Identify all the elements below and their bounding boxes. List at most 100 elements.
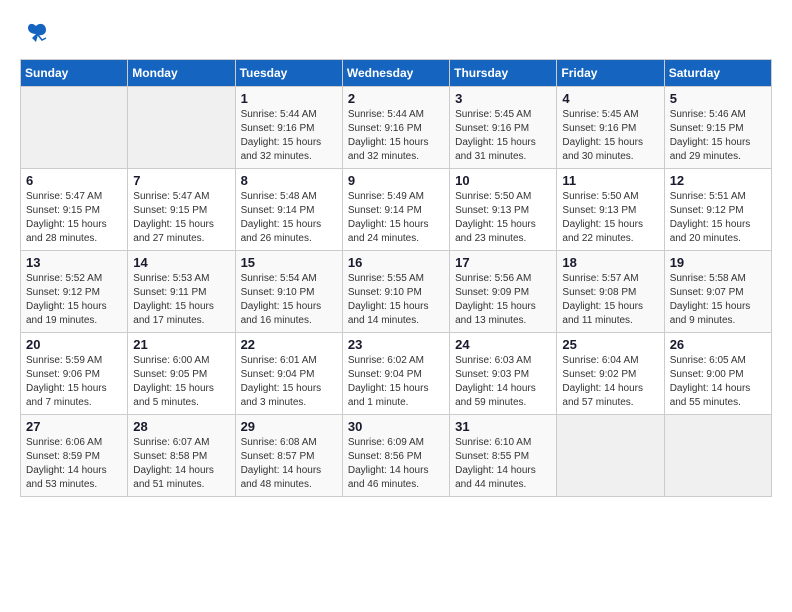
day-detail: Sunrise: 5:47 AMSunset: 9:15 PMDaylight:… xyxy=(26,191,107,244)
calendar-cell: 13 Sunrise: 5:52 AMSunset: 9:12 PMDaylig… xyxy=(21,251,128,333)
calendar-cell: 24 Sunrise: 6:03 AMSunset: 9:03 PMDaylig… xyxy=(450,333,557,415)
calendar-cell: 12 Sunrise: 5:51 AMSunset: 9:12 PMDaylig… xyxy=(664,169,771,251)
weekday-header-sunday: Sunday xyxy=(21,60,128,87)
calendar-cell: 26 Sunrise: 6:05 AMSunset: 9:00 PMDaylig… xyxy=(664,333,771,415)
day-number: 8 xyxy=(241,173,337,188)
calendar-week-row: 13 Sunrise: 5:52 AMSunset: 9:12 PMDaylig… xyxy=(21,251,772,333)
day-number: 12 xyxy=(670,173,766,188)
calendar-cell xyxy=(128,87,235,169)
calendar-cell: 11 Sunrise: 5:50 AMSunset: 9:13 PMDaylig… xyxy=(557,169,664,251)
day-detail: Sunrise: 5:52 AMSunset: 9:12 PMDaylight:… xyxy=(26,273,107,326)
day-number: 31 xyxy=(455,419,551,434)
calendar-cell: 4 Sunrise: 5:45 AMSunset: 9:16 PMDayligh… xyxy=(557,87,664,169)
day-detail: Sunrise: 5:56 AMSunset: 9:09 PMDaylight:… xyxy=(455,273,536,326)
day-detail: Sunrise: 5:47 AMSunset: 9:15 PMDaylight:… xyxy=(133,191,214,244)
calendar-cell: 20 Sunrise: 5:59 AMSunset: 9:06 PMDaylig… xyxy=(21,333,128,415)
calendar-cell: 14 Sunrise: 5:53 AMSunset: 9:11 PMDaylig… xyxy=(128,251,235,333)
calendar-cell: 5 Sunrise: 5:46 AMSunset: 9:15 PMDayligh… xyxy=(664,87,771,169)
day-detail: Sunrise: 5:45 AMSunset: 9:16 PMDaylight:… xyxy=(562,109,643,162)
day-number: 14 xyxy=(133,255,229,270)
calendar-cell: 22 Sunrise: 6:01 AMSunset: 9:04 PMDaylig… xyxy=(235,333,342,415)
day-number: 13 xyxy=(26,255,122,270)
day-number: 11 xyxy=(562,173,658,188)
calendar-cell: 23 Sunrise: 6:02 AMSunset: 9:04 PMDaylig… xyxy=(342,333,449,415)
day-detail: Sunrise: 5:54 AMSunset: 9:10 PMDaylight:… xyxy=(241,273,322,326)
calendar-cell: 29 Sunrise: 6:08 AMSunset: 8:57 PMDaylig… xyxy=(235,415,342,497)
day-number: 4 xyxy=(562,91,658,106)
day-number: 15 xyxy=(241,255,337,270)
day-number: 29 xyxy=(241,419,337,434)
calendar-cell: 25 Sunrise: 6:04 AMSunset: 9:02 PMDaylig… xyxy=(557,333,664,415)
day-detail: Sunrise: 6:04 AMSunset: 9:02 PMDaylight:… xyxy=(562,355,643,408)
calendar-cell xyxy=(664,415,771,497)
day-detail: Sunrise: 5:59 AMSunset: 9:06 PMDaylight:… xyxy=(26,355,107,408)
calendar-cell xyxy=(557,415,664,497)
day-number: 25 xyxy=(562,337,658,352)
calendar-cell: 7 Sunrise: 5:47 AMSunset: 9:15 PMDayligh… xyxy=(128,169,235,251)
day-detail: Sunrise: 5:45 AMSunset: 9:16 PMDaylight:… xyxy=(455,109,536,162)
day-number: 27 xyxy=(26,419,122,434)
header xyxy=(20,20,772,49)
day-number: 16 xyxy=(348,255,444,270)
day-detail: Sunrise: 5:46 AMSunset: 9:15 PMDaylight:… xyxy=(670,109,751,162)
weekday-header-thursday: Thursday xyxy=(450,60,557,87)
day-number: 5 xyxy=(670,91,766,106)
day-number: 2 xyxy=(348,91,444,106)
day-detail: Sunrise: 6:01 AMSunset: 9:04 PMDaylight:… xyxy=(241,355,322,408)
day-number: 20 xyxy=(26,337,122,352)
day-detail: Sunrise: 6:00 AMSunset: 9:05 PMDaylight:… xyxy=(133,355,214,408)
calendar-table: SundayMondayTuesdayWednesdayThursdayFrid… xyxy=(20,59,772,497)
calendar-cell: 18 Sunrise: 5:57 AMSunset: 9:08 PMDaylig… xyxy=(557,251,664,333)
weekday-header-wednesday: Wednesday xyxy=(342,60,449,87)
calendar-cell: 16 Sunrise: 5:55 AMSunset: 9:10 PMDaylig… xyxy=(342,251,449,333)
calendar-week-row: 1 Sunrise: 5:44 AMSunset: 9:16 PMDayligh… xyxy=(21,87,772,169)
day-number: 22 xyxy=(241,337,337,352)
weekday-header-tuesday: Tuesday xyxy=(235,60,342,87)
logo xyxy=(20,20,50,49)
calendar-cell: 8 Sunrise: 5:48 AMSunset: 9:14 PMDayligh… xyxy=(235,169,342,251)
calendar-cell: 28 Sunrise: 6:07 AMSunset: 8:58 PMDaylig… xyxy=(128,415,235,497)
day-number: 24 xyxy=(455,337,551,352)
day-detail: Sunrise: 5:49 AMSunset: 9:14 PMDaylight:… xyxy=(348,191,429,244)
calendar-cell: 17 Sunrise: 5:56 AMSunset: 9:09 PMDaylig… xyxy=(450,251,557,333)
day-number: 23 xyxy=(348,337,444,352)
day-detail: Sunrise: 6:06 AMSunset: 8:59 PMDaylight:… xyxy=(26,437,107,490)
day-number: 3 xyxy=(455,91,551,106)
day-detail: Sunrise: 5:51 AMSunset: 9:12 PMDaylight:… xyxy=(670,191,751,244)
day-detail: Sunrise: 6:07 AMSunset: 8:58 PMDaylight:… xyxy=(133,437,214,490)
day-number: 10 xyxy=(455,173,551,188)
day-detail: Sunrise: 6:10 AMSunset: 8:55 PMDaylight:… xyxy=(455,437,536,490)
calendar-cell: 1 Sunrise: 5:44 AMSunset: 9:16 PMDayligh… xyxy=(235,87,342,169)
day-detail: Sunrise: 5:50 AMSunset: 9:13 PMDaylight:… xyxy=(562,191,643,244)
logo-bird-icon xyxy=(22,20,50,53)
day-number: 17 xyxy=(455,255,551,270)
calendar-cell: 19 Sunrise: 5:58 AMSunset: 9:07 PMDaylig… xyxy=(664,251,771,333)
day-number: 18 xyxy=(562,255,658,270)
calendar-cell: 27 Sunrise: 6:06 AMSunset: 8:59 PMDaylig… xyxy=(21,415,128,497)
calendar-week-row: 6 Sunrise: 5:47 AMSunset: 9:15 PMDayligh… xyxy=(21,169,772,251)
day-number: 30 xyxy=(348,419,444,434)
calendar-cell: 3 Sunrise: 5:45 AMSunset: 9:16 PMDayligh… xyxy=(450,87,557,169)
day-detail: Sunrise: 5:44 AMSunset: 9:16 PMDaylight:… xyxy=(348,109,429,162)
calendar-week-row: 27 Sunrise: 6:06 AMSunset: 8:59 PMDaylig… xyxy=(21,415,772,497)
day-detail: Sunrise: 5:53 AMSunset: 9:11 PMDaylight:… xyxy=(133,273,214,326)
day-detail: Sunrise: 5:58 AMSunset: 9:07 PMDaylight:… xyxy=(670,273,751,326)
calendar-cell: 31 Sunrise: 6:10 AMSunset: 8:55 PMDaylig… xyxy=(450,415,557,497)
day-detail: Sunrise: 5:55 AMSunset: 9:10 PMDaylight:… xyxy=(348,273,429,326)
day-detail: Sunrise: 5:57 AMSunset: 9:08 PMDaylight:… xyxy=(562,273,643,326)
calendar-week-row: 20 Sunrise: 5:59 AMSunset: 9:06 PMDaylig… xyxy=(21,333,772,415)
calendar-cell: 10 Sunrise: 5:50 AMSunset: 9:13 PMDaylig… xyxy=(450,169,557,251)
day-detail: Sunrise: 5:44 AMSunset: 9:16 PMDaylight:… xyxy=(241,109,322,162)
weekday-header-saturday: Saturday xyxy=(664,60,771,87)
day-number: 9 xyxy=(348,173,444,188)
calendar-cell: 21 Sunrise: 6:00 AMSunset: 9:05 PMDaylig… xyxy=(128,333,235,415)
day-detail: Sunrise: 6:02 AMSunset: 9:04 PMDaylight:… xyxy=(348,355,429,408)
weekday-header-friday: Friday xyxy=(557,60,664,87)
day-number: 7 xyxy=(133,173,229,188)
calendar-cell: 9 Sunrise: 5:49 AMSunset: 9:14 PMDayligh… xyxy=(342,169,449,251)
day-number: 21 xyxy=(133,337,229,352)
day-number: 19 xyxy=(670,255,766,270)
day-detail: Sunrise: 6:05 AMSunset: 9:00 PMDaylight:… xyxy=(670,355,751,408)
calendar-cell: 30 Sunrise: 6:09 AMSunset: 8:56 PMDaylig… xyxy=(342,415,449,497)
day-detail: Sunrise: 5:48 AMSunset: 9:14 PMDaylight:… xyxy=(241,191,322,244)
